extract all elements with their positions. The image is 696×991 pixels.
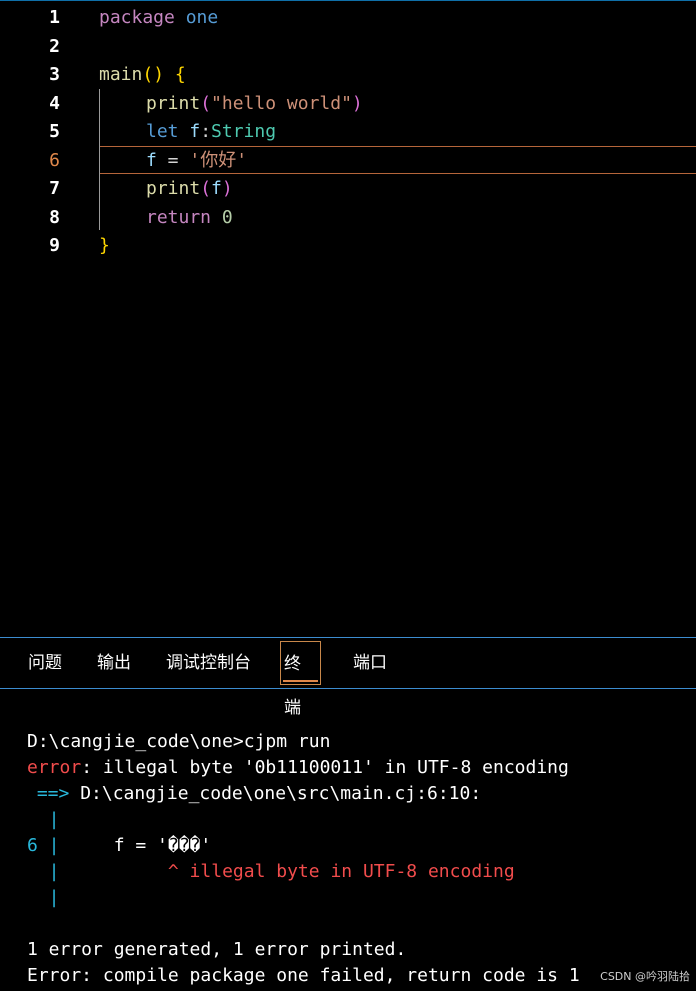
arrow-marker: ==> [26,783,70,804]
line-number: 2 [49,35,60,57]
code-token: print [146,178,201,199]
code-text: let f:String [99,118,276,146]
code-token: return [146,206,222,228]
gutter-pipe: | [27,809,60,830]
code-line[interactable]: 5 let f:String [0,118,696,146]
watermark: CSDN @吟羽陆拾 [600,970,690,983]
code-token: = [156,149,190,171]
code-token: () { [142,64,186,85]
line-number: 8 [49,206,60,228]
code-token: 0 [221,206,233,228]
tab-output[interactable]: 输出 [94,641,134,685]
code-line[interactable]: 7 print(f) [0,175,696,203]
bottom-panel: 问题 输出 调试控制台 终端 端口 D:\cangjie_code\one>cj… [0,637,696,990]
code-token: print [146,92,201,114]
source-line-number: 6 | [27,835,60,856]
caret-message: ^ illegal byte in UTF-8 encoding [59,861,515,882]
terminal-source-line: 6 | f = '���' [27,833,211,859]
code-text: return 0 [99,204,233,232]
terminal-summary: 1 error generated, 1 error printed. [27,939,407,960]
code-token: one [185,7,219,28]
code-line[interactable]: 2 [0,33,696,61]
code-token: : [200,121,212,142]
code-line[interactable]: 3 main() { [0,61,696,89]
tab-problems[interactable]: 问题 [25,641,65,685]
code-token: main [99,64,143,85]
line-number: 9 [49,235,60,256]
line-number: 4 [49,92,60,114]
code-token: } [99,235,110,256]
code-text: package one [99,4,218,32]
tab-terminal[interactable]: 终端 [280,641,321,718]
tab-debug-console[interactable]: 调试控制台 [163,641,255,685]
code-line[interactable]: 4 print("hello world") [0,90,696,118]
gutter-pipe: | [27,861,60,882]
panel-tabs: 问题 输出 调试控制台 终端 端口 [0,638,696,718]
code-token: f [211,178,222,199]
code-line[interactable]: 8 return 0 [0,204,696,232]
tab-ports[interactable]: 端口 [350,641,390,685]
code-token: let [146,121,190,142]
code-text: f = '你好' [99,147,247,175]
line-number: 3 [49,64,60,85]
code-token: String [211,121,277,142]
code-token: ) [221,178,233,199]
code-token: ) [351,92,363,114]
code-line[interactable]: 6 f = '你好' [0,147,696,175]
terminal-final-error: Error: compile package one failed, retur… [27,965,580,986]
line-number: 6 [49,149,60,171]
line-number: 1 [49,7,60,28]
gutter-pipe: | [27,887,60,908]
line-number: 5 [49,121,60,142]
terminal-command: D:\cangjie_code\one>cjpm run [27,731,331,752]
code-line[interactable]: 9} [0,232,696,260]
terminal[interactable]: D:\cangjie_code\one>cjpm run error: ille… [0,689,696,991]
error-message: : illegal byte '0b11100011' in UTF-8 enc… [81,757,569,778]
code-token: f [189,121,201,142]
code-token: ( [200,178,212,199]
code-text: } [99,232,110,260]
code-token: f [146,149,157,171]
error-label: error [27,757,82,778]
terminal-location-line: ==> D:\cangjie_code\one\src\main.cj:6:10… [26,781,481,807]
terminal-caret-line: | ^ illegal byte in UTF-8 encoding [27,859,515,885]
code-editor[interactable]: 1 package one 2 3 main() {4 print("hello worl… [0,0,696,637]
code-token: "hello world" [211,92,352,114]
code-token: '你好' [189,149,248,171]
code-text: main() { [99,61,186,89]
code-text: print("hello world") [99,90,363,118]
code-line[interactable]: 1 package one [0,4,696,32]
line-number: 7 [49,178,60,199]
code-token: package [99,7,186,28]
source-code: f = '���' [59,835,212,856]
error-location: D:\cangjie_code\one\src\main.cj:6:10: [69,783,482,804]
code-token: ( [200,92,212,114]
code-text: print(f) [99,175,233,203]
terminal-error-line: error: illegal byte '0b11100011' in UTF-… [27,755,569,781]
